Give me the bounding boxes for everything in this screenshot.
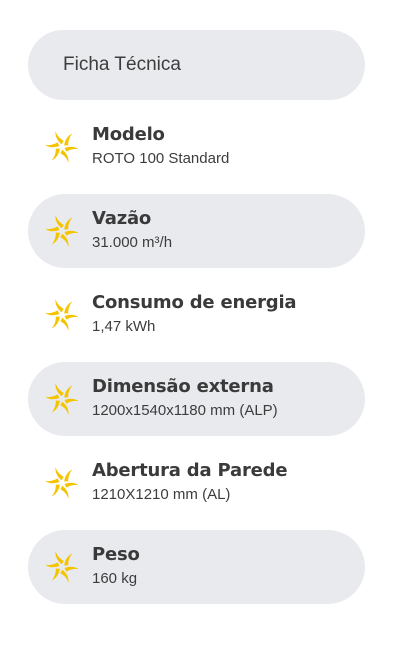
fan-icon [45,215,79,247]
fan-icon [45,467,79,499]
spec-value: ROTO 100 Standard [92,150,230,167]
fan-blade [51,568,60,581]
spec-item-modelo: Modelo ROTO 100 Standard [28,110,365,184]
fan-blade [55,467,64,481]
fan-blade [51,484,60,497]
spec-item-abertura-da-parede: Abertura da Parede 1210X1210 mm (AL) [28,446,365,520]
fan-icon [45,551,79,583]
fan-blade [60,401,69,415]
fan-blade [60,233,69,247]
spec-item-consumo-de-energia: Consumo de energia 1,47 kWh [28,278,365,352]
spec-list: Modelo ROTO 100 Standard Vazão 31.000 m³… [28,110,365,614]
spec-value: 1200x1540x1180 mm (ALP) [92,402,278,419]
fan-blade [64,469,73,482]
fan-blade [55,551,64,565]
spec-label: Abertura da Parede [92,460,288,481]
fan-blade [55,215,64,229]
spec-label: Peso [92,544,140,565]
spec-label: Consumo de energia [92,292,297,313]
fan-blade [60,317,69,331]
fan-blade [64,217,73,230]
fan-blade [64,301,73,314]
spec-sheet-header: Ficha Técnica [28,30,365,100]
fan-blade [60,485,69,499]
fan-icon [45,383,79,415]
spec-sheet-title: Ficha Técnica [63,54,181,75]
fan-icon [45,131,79,163]
spec-value: 1,47 kWh [92,318,156,335]
spec-label: Dimensão externa [92,376,274,397]
spec-label: Modelo [92,124,165,145]
fan-blade [60,569,69,583]
fan-blade [51,148,60,161]
spec-value: 160 kg [92,570,138,587]
fan-blade [55,299,64,313]
fan-blade [51,400,60,413]
fan-blade [64,385,73,398]
fan-blade [64,133,73,146]
fan-blade [55,383,64,397]
spec-label: Vazão [92,208,152,229]
fan-blade [55,131,64,145]
spec-item-vazao: Vazão 31.000 m³/h [28,194,365,268]
fan-blade [60,149,69,163]
fan-blade [51,316,60,329]
spec-item-peso: Peso 160 kg [28,530,365,604]
fan-blade [51,232,60,245]
spec-value: 31.000 m³/h [92,234,173,251]
fan-blade [64,553,73,566]
spec-value: 1210X1210 mm (AL) [92,486,231,503]
spec-item-dimensao-externa: Dimensão externa 1200x1540x1180 mm (ALP) [28,362,365,436]
fan-icon [45,299,79,331]
